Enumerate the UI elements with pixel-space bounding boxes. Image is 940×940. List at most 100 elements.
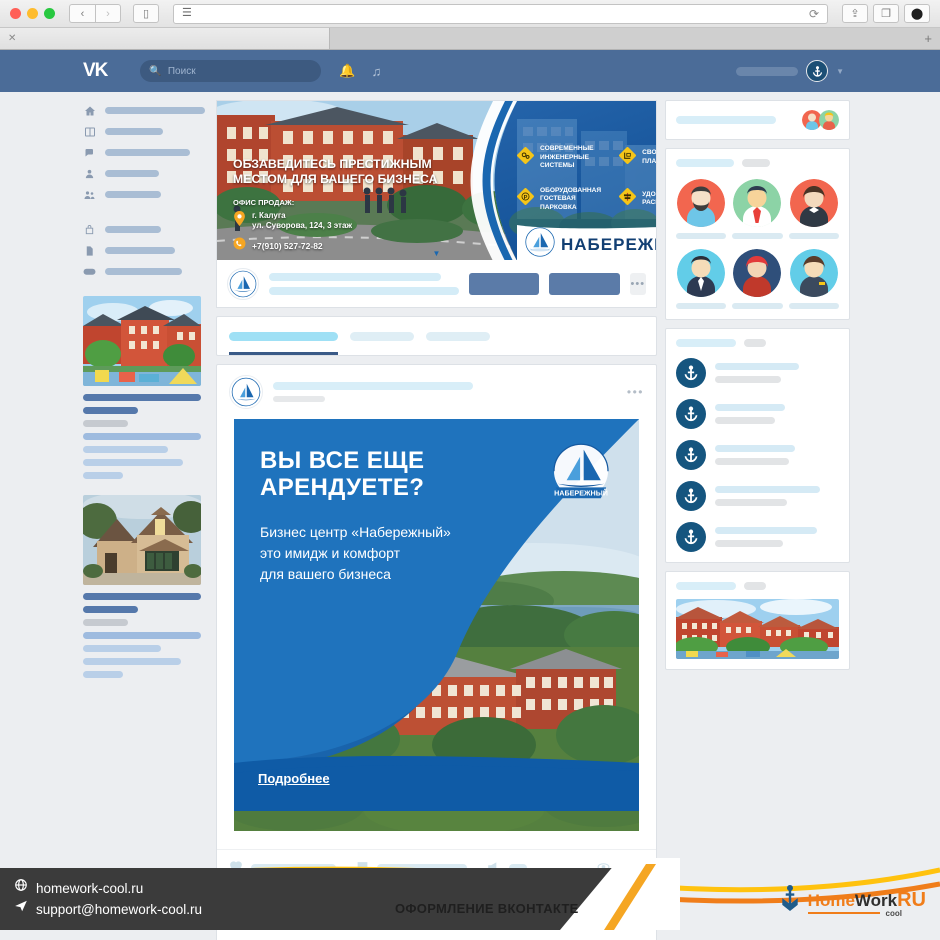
banner-street: ул. Суворова, 124, 3 этаж (252, 221, 353, 230)
list-item[interactable] (676, 481, 839, 511)
group-more-button[interactable]: ••• (629, 272, 646, 295)
photos-widget[interactable] (665, 571, 850, 670)
tab-overview-icon[interactable]: ❐ (873, 4, 899, 23)
sidebar-item-market[interactable] (83, 219, 216, 240)
sidebar-item-messages[interactable] (83, 142, 216, 163)
avatar-woman-bowtie[interactable] (789, 179, 838, 227)
footer-email[interactable]: support@homework-cool.ru (14, 899, 202, 920)
sidebar-item-news[interactable] (83, 121, 216, 142)
list-item[interactable] (676, 399, 839, 429)
avatar-woman-red[interactable] (733, 249, 782, 297)
toolbar-actions[interactable]: ⇪ ❐ ⬤ (842, 4, 930, 23)
feature-line2: ИНЖЕНЕРНЫЕ СИСТЕМЫ (540, 153, 590, 170)
groups-icon (83, 189, 96, 201)
browser-tab[interactable]: ✕ (0, 28, 330, 49)
link-sub-placeholder (715, 458, 789, 465)
sidebar-toggle-button[interactable]: ▯ (133, 4, 159, 23)
address-bar[interactable]: ☰ ⟳ (173, 3, 828, 24)
footer-website[interactable]: homework-cool.ru (14, 878, 202, 899)
tab-photos[interactable] (426, 331, 490, 341)
minimize-window-button[interactable] (27, 8, 38, 19)
chevron-down-icon[interactable]: ▼ (836, 67, 844, 76)
bell-icon[interactable]: 🔔 (339, 63, 355, 79)
promo-headline-line2: АРЕНДУЕТЕ? (260, 474, 425, 501)
avatar-man-tie[interactable] (733, 179, 782, 227)
sidebar-photo-card[interactable] (83, 296, 216, 479)
friends-grid (676, 179, 839, 309)
sidebar-item-label (105, 247, 175, 254)
apartment-row-photo[interactable] (676, 599, 839, 659)
avatar[interactable] (806, 60, 829, 82)
group-logo[interactable] (227, 267, 259, 300)
share-icon[interactable]: ⇪ (842, 4, 868, 23)
link-title-placeholder (715, 445, 795, 452)
reload-icon[interactable]: ⟳ (809, 7, 819, 21)
list-item[interactable] (676, 179, 727, 239)
new-tab-area[interactable]: + (330, 28, 940, 49)
sidebar-item-groups[interactable] (83, 184, 216, 205)
back-button[interactable]: ‹ (69, 4, 95, 23)
links-widget[interactable] (665, 328, 850, 563)
followers-avatars[interactable] (802, 110, 839, 130)
vk-page: ОБЗАВЕДИТЕСЬ ПРЕСТИЖНЫМ МЕСТОМ ДЛЯ ВАШЕГ… (0, 92, 940, 940)
sidebar-nav-secondary (83, 219, 216, 282)
chevron-down-icon[interactable]: ▼ (433, 249, 441, 258)
sidebar-item-label (105, 128, 163, 135)
music-note-icon[interactable]: ♫ (372, 64, 382, 79)
list-item[interactable] (788, 179, 839, 239)
promo-cta-link[interactable]: Подробнее (258, 771, 330, 786)
navigation-buttons[interactable]: ‹ › (69, 4, 121, 23)
close-window-button[interactable] (10, 8, 21, 19)
avatar-bearded-man[interactable] (677, 179, 726, 227)
list-item[interactable] (676, 249, 727, 309)
avatar-woman-uniform[interactable] (789, 249, 838, 297)
maximize-window-button[interactable] (44, 8, 55, 19)
link-sub-placeholder (715, 417, 775, 424)
tab-close-icon[interactable]: ✕ (8, 33, 16, 44)
documents-icon (83, 245, 96, 257)
list-item[interactable] (732, 249, 783, 309)
rental-promo-image[interactable]: ВЫ ВСЕ ЕЩЕ АРЕНДУЕТЕ? Бизнес центр «Набе… (234, 419, 639, 831)
forward-button[interactable]: › (95, 4, 121, 23)
sidebar-item-games[interactable] (83, 261, 216, 282)
post-avatar[interactable] (229, 375, 263, 409)
list-item[interactable] (676, 440, 839, 470)
sidebar-item-friends[interactable] (83, 163, 216, 184)
friends-widget[interactable] (665, 148, 850, 320)
tab-info[interactable] (350, 331, 414, 341)
reader-view-icon[interactable]: ☰ (182, 8, 192, 19)
footer-contacts: homework-cool.ru support@homework-cool.r… (14, 878, 202, 920)
avatar-woman-green (819, 110, 839, 130)
list-item[interactable] (676, 358, 839, 388)
window-controls[interactable] (10, 8, 55, 19)
followers-widget[interactable] (665, 100, 850, 140)
sidebar-item-documents[interactable] (83, 240, 216, 261)
homework-anchor-icon (778, 885, 802, 916)
friends-icon (83, 168, 96, 180)
right-sidebar (665, 100, 850, 940)
placeholder-line (83, 606, 138, 613)
downloads-icon[interactable]: ⬤ (904, 4, 930, 23)
avatar-man-suit[interactable] (677, 249, 726, 297)
list-item[interactable] (676, 522, 839, 552)
post-more-button[interactable]: ••• (627, 385, 644, 399)
tab-wall[interactable] (229, 331, 338, 341)
list-item[interactable] (732, 179, 783, 239)
sidebar-item-home[interactable] (83, 100, 216, 121)
message-button[interactable] (549, 272, 620, 295)
stone-cottage-photo[interactable] (83, 495, 201, 585)
banner-phone[interactable]: +7(910) 527-72-82 (233, 237, 323, 255)
logo-work-text: Work (854, 891, 898, 910)
vk-logo[interactable]: VK (83, 60, 108, 82)
plus-icon[interactable]: + (924, 31, 932, 46)
apartment-complex-photo[interactable] (83, 296, 201, 386)
group-cover-banner[interactable]: ОБЗАВЕДИТЕСЬ ПРЕСТИЖНЫМ МЕСТОМ ДЛЯ ВАШЕГ… (216, 100, 657, 260)
subscribe-button[interactable] (469, 272, 540, 295)
vk-top-header: VK 🔍 Поиск 🔔 ♫ ▼ (0, 50, 940, 92)
homework-logo[interactable]: HomeWorkRU cool (778, 885, 926, 918)
logo-cool-text: cool (885, 909, 902, 918)
list-item[interactable] (788, 249, 839, 309)
search-input[interactable]: 🔍 Поиск (140, 60, 322, 82)
sidebar-photo-card[interactable] (83, 495, 216, 678)
footer-diagonal (560, 858, 680, 930)
